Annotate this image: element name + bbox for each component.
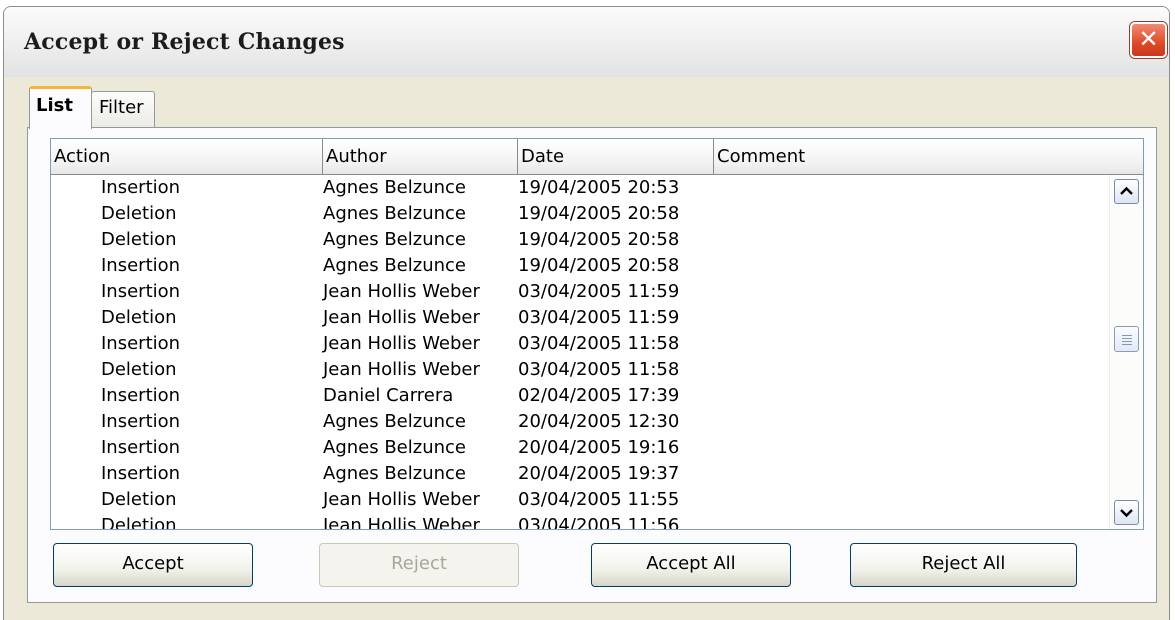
- list-row[interactable]: Deletion Jean Hollis Weber 03/04/2005 11:5…: [51, 305, 1111, 331]
- row-author: Jean Hollis Weber: [323, 281, 480, 302]
- column-header-comment[interactable]: Comment: [714, 139, 1143, 174]
- grip-line: [1122, 341, 1132, 342]
- row-date: 20/04/2005 19:16: [518, 437, 680, 458]
- column-header-date[interactable]: Date: [518, 139, 714, 174]
- row-date: 19/04/2005 20:53: [518, 177, 680, 198]
- row-date: 03/04/2005 11:58: [518, 333, 680, 354]
- row-author: Jean Hollis Weber: [323, 333, 480, 354]
- list-row[interactable]: Deletion Jean Hollis Weber 03/04/2005 11:5…: [51, 513, 1111, 529]
- row-action: Insertion: [101, 333, 181, 354]
- row-action: Insertion: [101, 437, 181, 458]
- column-header-action[interactable]: Action: [51, 139, 323, 174]
- accept-all-button[interactable]: Accept All: [591, 543, 791, 587]
- row-author: Agnes Belzunce: [323, 411, 466, 432]
- row-author: Jean Hollis Weber: [323, 359, 480, 380]
- column-header-author[interactable]: Author: [323, 139, 518, 174]
- reject-button[interactable]: Reject: [319, 543, 519, 587]
- close-icon: ✕: [1138, 25, 1159, 53]
- row-author: Agnes Belzunce: [323, 437, 466, 458]
- row-date: 20/04/2005 12:30: [518, 411, 680, 432]
- row-date: 03/04/2005 11:56: [518, 515, 680, 529]
- row-date: 19/04/2005 20:58: [518, 229, 680, 250]
- row-author: Agnes Belzunce: [323, 229, 466, 250]
- row-author: Daniel Carrera: [323, 385, 454, 406]
- vertical-scrollbar[interactable]: [1109, 175, 1143, 529]
- row-author: Jean Hollis Weber: [323, 307, 480, 328]
- tab-list[interactable]: List: [29, 86, 92, 129]
- list-tab-panel: Action Author Date Comment Insertion Agne…: [27, 127, 1157, 603]
- list-row[interactable]: Insertion Jean Hollis Weber 03/04/2005 11:…: [51, 331, 1111, 357]
- grip-line: [1122, 338, 1132, 339]
- row-author: Agnes Belzunce: [323, 255, 466, 276]
- row-action: Insertion: [101, 411, 181, 432]
- dialog-title: Accept or Reject Changes: [24, 29, 345, 55]
- changes-list[interactable]: Action Author Date Comment Insertion Agne…: [50, 138, 1144, 530]
- row-author: Jean Hollis Weber: [323, 515, 480, 529]
- list-row[interactable]: Deletion Agnes Belzunce 19/04/2005 20:58: [51, 201, 1111, 227]
- row-action: Insertion: [101, 255, 181, 276]
- title-bar[interactable]: Accept or Reject Changes ✕: [4, 7, 1169, 77]
- list-row[interactable]: Deletion Agnes Belzunce 19/04/2005 20:58: [51, 227, 1111, 253]
- accept-reject-changes-dialog: Accept or Reject Changes ✕ List Filter A…: [3, 6, 1170, 620]
- chevron-up-icon: [1120, 186, 1133, 195]
- row-date: 19/04/2005 20:58: [518, 255, 680, 276]
- list-row[interactable]: Insertion Daniel Carrera 02/04/2005 17:39: [51, 383, 1111, 409]
- row-author: Agnes Belzunce: [323, 203, 466, 224]
- reject-all-button[interactable]: Reject All: [850, 543, 1077, 587]
- list-row[interactable]: Insertion Agnes Belzunce 20/04/2005 19:37: [51, 461, 1111, 487]
- scroll-down-button[interactable]: [1114, 500, 1139, 525]
- row-action: Insertion: [101, 281, 181, 302]
- row-action: Insertion: [101, 463, 181, 484]
- grip-line: [1122, 335, 1132, 336]
- row-author: Agnes Belzunce: [323, 463, 466, 484]
- list-header: Action Author Date Comment: [51, 139, 1143, 175]
- row-action: Insertion: [101, 177, 181, 198]
- row-action: Deletion: [101, 307, 177, 328]
- list-row[interactable]: Deletion Jean Hollis Weber 03/04/2005 11:5…: [51, 487, 1111, 513]
- row-action: Deletion: [101, 229, 177, 250]
- row-date: 03/04/2005 11:59: [518, 281, 680, 302]
- row-date: 03/04/2005 11:58: [518, 359, 680, 380]
- row-author: Jean Hollis Weber: [323, 489, 480, 510]
- row-date: 03/04/2005 11:59: [518, 307, 680, 328]
- list-row[interactable]: Insertion Agnes Belzunce 20/04/2005 19:16: [51, 435, 1111, 461]
- tab-filter[interactable]: Filter: [91, 91, 155, 127]
- list-row[interactable]: Insertion Agnes Belzunce 19/04/2005 20:53: [51, 175, 1111, 201]
- chevron-down-icon: [1120, 509, 1133, 518]
- row-date: 20/04/2005 19:37: [518, 463, 680, 484]
- row-date: 02/04/2005 17:39: [518, 385, 680, 406]
- list-rows: Insertion Agnes Belzunce 19/04/2005 20:53 D…: [51, 175, 1111, 529]
- row-action: Deletion: [101, 489, 177, 510]
- grip-line: [1122, 344, 1132, 345]
- list-row[interactable]: Insertion Agnes Belzunce 20/04/2005 12:30: [51, 409, 1111, 435]
- row-action: Insertion: [101, 385, 181, 406]
- close-button[interactable]: ✕: [1130, 22, 1167, 58]
- scroll-up-button[interactable]: [1114, 179, 1139, 204]
- list-row[interactable]: Deletion Jean Hollis Weber 03/04/2005 11:5…: [51, 357, 1111, 383]
- row-date: 03/04/2005 11:55: [518, 489, 680, 510]
- row-date: 19/04/2005 20:58: [518, 203, 680, 224]
- scrollbar-thumb[interactable]: [1114, 326, 1139, 352]
- row-author: Agnes Belzunce: [323, 177, 466, 198]
- row-action: Deletion: [101, 203, 177, 224]
- accept-button[interactable]: Accept: [53, 543, 253, 587]
- list-row[interactable]: Insertion Jean Hollis Weber 03/04/2005 11:…: [51, 279, 1111, 305]
- row-action: Deletion: [101, 359, 177, 380]
- list-row[interactable]: Insertion Agnes Belzunce 19/04/2005 20:58: [51, 253, 1111, 279]
- row-action: Deletion: [101, 515, 177, 529]
